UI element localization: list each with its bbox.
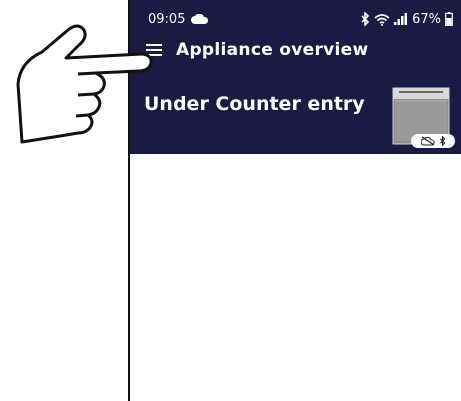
status-bar: 09:05 67% [148,10,453,28]
battery-percent: 67% [412,11,441,27]
battery-icon [445,12,453,26]
phone-screen: 09:05 67% Appliance overview Under Count… [128,0,461,401]
wifi-icon [374,13,390,26]
cloud-icon [191,13,209,24]
page-title: Appliance overview [176,40,369,60]
bluetooth-icon [439,136,445,146]
status-right: 67% [360,12,453,27]
toolbar: Appliance overview [144,38,368,62]
cloud-off-icon [420,136,435,146]
signal-icon [394,13,408,25]
app-header: 09:05 67% Appliance overview Under Count… [130,0,461,154]
connection-status-badge [411,134,455,148]
pointing-hand-icon [16,24,153,144]
bluetooth-icon [361,12,370,26]
appliance-name: Under Counter entry [144,93,365,115]
appliance-card[interactable]: Under Counter entry [130,80,461,150]
